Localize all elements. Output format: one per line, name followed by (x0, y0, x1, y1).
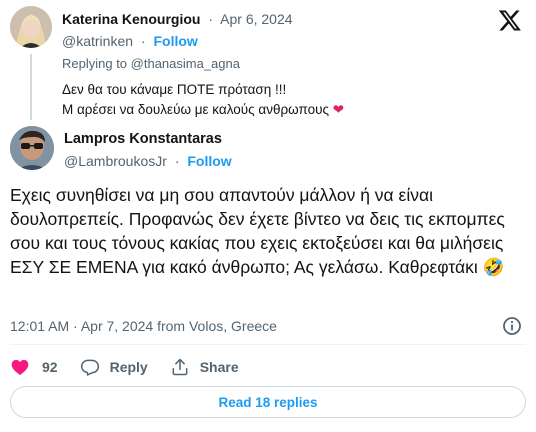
main-tweet-header: Lampros Konstantaras @LambroukosJr · Fol… (10, 126, 526, 174)
heart-icon (11, 359, 29, 375)
author-handle-line: @LambroukosJr · Follow (64, 152, 232, 170)
read-replies-button[interactable]: Read 18 replies (10, 386, 526, 418)
divider (10, 344, 526, 345)
parent-text-line-2-text: Μ αρέσει να δουλεύω με καλούς ανθρωπους (62, 102, 329, 117)
speech-bubble-icon (80, 359, 99, 376)
tweet-timestamp[interactable]: 12:01 AM · Apr 7, 2024 from Volos, Greec… (10, 317, 277, 335)
share-button[interactable]: Share (170, 357, 239, 377)
tweet-date[interactable]: Apr 6, 2024 (220, 11, 292, 27)
parent-text-line-2: Μ αρέσει να δουλεύω με καλούς ανθρωπους … (62, 100, 344, 120)
rolling-laughing-emoji-icon: 🤣 (482, 257, 505, 277)
action-bar: 92 Reply Share (10, 355, 261, 379)
red-heart-emoji-icon: ❤ (332, 102, 345, 117)
parent-text-line-1: Δεν θα του κάναμε ΠΟΤΕ πρόταση !!! (62, 82, 287, 97)
follow-button[interactable]: Follow (153, 33, 197, 49)
share-upload-icon (172, 358, 188, 376)
author-name[interactable]: Lampros Konstantaras (64, 130, 222, 148)
avatar-image (10, 6, 52, 48)
parent-tweet: Katerina Kenourgiou · Apr 6, 2024 @katri… (10, 6, 526, 122)
thread-connector (30, 54, 32, 120)
info-icon[interactable] (502, 316, 522, 336)
follow-button[interactable]: Follow (187, 153, 231, 169)
replying-to: Replying to @thanasima_agna (62, 56, 240, 72)
like-count: 92 (42, 359, 58, 375)
replying-mention[interactable]: @thanasima_agna (131, 56, 240, 71)
separator-dot: · (208, 11, 214, 27)
parent-handle-line: @katrinken · Follow (62, 32, 198, 50)
avatar[interactable] (10, 6, 52, 48)
separator-dot: · (140, 33, 146, 49)
tweet-text-body: Εχεις συνηθίσει να μη σου απαντούν μάλλο… (10, 185, 505, 277)
share-label: Share (199, 359, 239, 375)
tweet-embed-card: Katerina Kenourgiou · Apr 6, 2024 @katri… (0, 0, 536, 432)
author-handle[interactable]: @katrinken (62, 33, 133, 49)
like-button[interactable]: 92 (10, 357, 58, 377)
avatar-image (10, 126, 54, 170)
x-logo-icon[interactable] (498, 8, 522, 32)
author-handle[interactable]: @LambroukosJr (64, 153, 167, 169)
tweet-text: Εχεις συνηθίσει να μη σου απαντούν μάλλο… (10, 183, 526, 279)
avatar[interactable] (10, 126, 54, 170)
author-name[interactable]: Katerina Kenourgiou (62, 11, 200, 27)
parent-tweet-text: Δεν θα του κάναμε ΠΟΤΕ πρόταση !!! Μ αρέ… (62, 80, 344, 120)
separator-dot: · (174, 153, 180, 169)
reply-label: Reply (109, 359, 148, 375)
parent-author-line: Katerina Kenourgiou · Apr 6, 2024 (62, 10, 293, 28)
reply-button[interactable]: Reply (80, 357, 148, 377)
replying-prefix: Replying to (62, 56, 131, 71)
